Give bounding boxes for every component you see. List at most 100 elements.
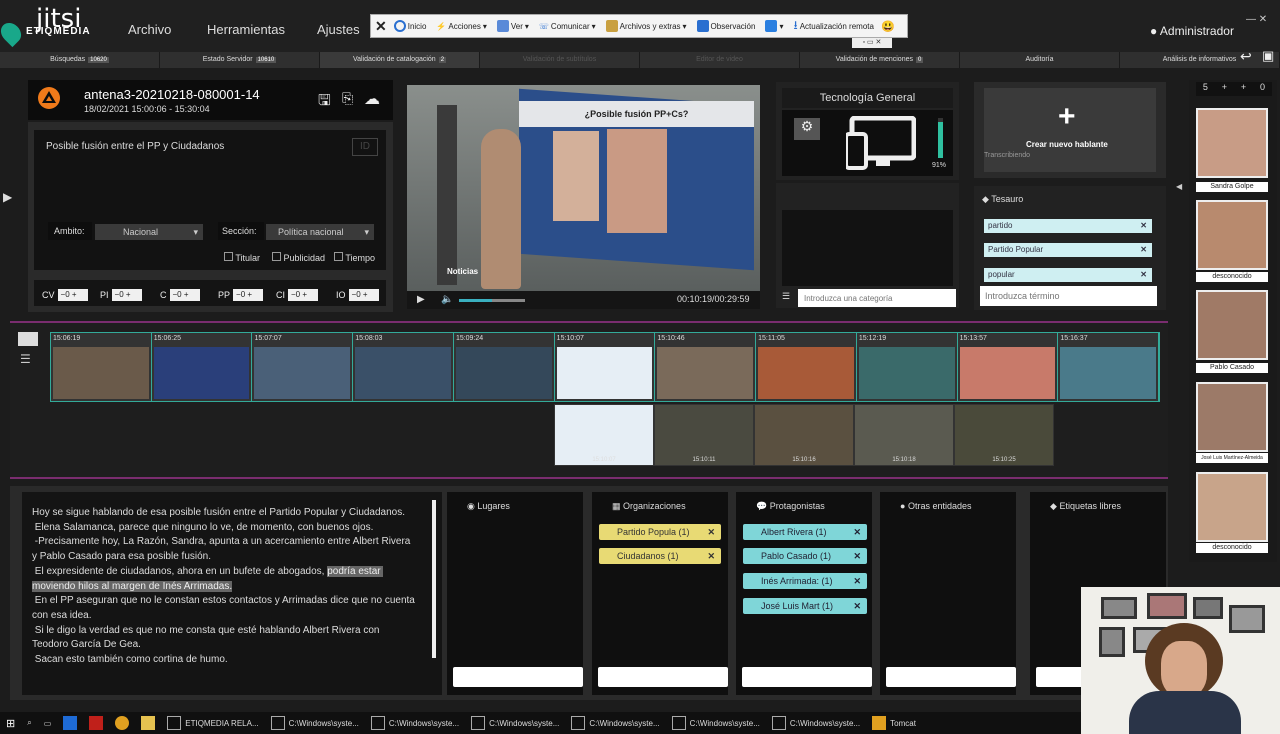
thesaurus-input[interactable] bbox=[980, 286, 1157, 306]
toolbar-acciones[interactable]: ⚡ Acciones ▾ bbox=[433, 22, 489, 31]
menu-herramientas[interactable]: Herramientas bbox=[207, 22, 285, 37]
timeline-thumbnail[interactable]: 15:10:18 bbox=[854, 404, 954, 466]
counter-ci[interactable]: CI −0 + bbox=[276, 288, 318, 302]
save-icon[interactable]: 🖫 bbox=[318, 90, 331, 115]
counter-cv[interactable]: CV −0 + bbox=[42, 288, 88, 302]
transcript-scrollbar[interactable] bbox=[432, 500, 436, 658]
counter-io[interactable]: IO −0 + bbox=[336, 288, 379, 302]
counter-c[interactable]: C −0 + bbox=[160, 288, 200, 302]
timeline-thumbnail[interactable]: 15:07:07 bbox=[252, 333, 354, 401]
tiempo-checkbox[interactable]: Tiempo bbox=[334, 252, 375, 263]
thesaurus-tag[interactable]: popular ✕ bbox=[984, 268, 1152, 282]
tab-validacion-subtitulos[interactable]: Validación de subtítulos bbox=[480, 52, 640, 68]
tab-estado-servidor[interactable]: Estado Servidor 10610 bbox=[160, 52, 320, 68]
seccion-select[interactable]: Política nacional ▾ bbox=[266, 224, 374, 240]
avatar[interactable] bbox=[1196, 290, 1268, 360]
timeline-thumbnail[interactable]: 15:09:24 bbox=[453, 333, 555, 401]
avatar[interactable] bbox=[1196, 472, 1268, 542]
avatar[interactable] bbox=[1196, 200, 1268, 270]
list-icon[interactable]: ☰ bbox=[20, 352, 31, 366]
person-tag[interactable]: Albert Rivera (1) ✕ bbox=[743, 524, 867, 540]
timeline-thumbnail[interactable]: 15:11:05 bbox=[756, 333, 857, 401]
expand-left-icon[interactable]: ▶ bbox=[3, 190, 12, 204]
toolbar-windows[interactable]: ▾ bbox=[762, 20, 786, 32]
counter-pi[interactable]: PI −0 + bbox=[100, 288, 142, 302]
taskbar-item[interactable]: C:\Windows\syste... bbox=[565, 713, 665, 733]
menu-archivo[interactable]: Archivo bbox=[128, 22, 171, 37]
volume-icon[interactable]: 🔈 bbox=[441, 294, 453, 305]
save-icon[interactable]: ▣ bbox=[1262, 48, 1274, 64]
export-icon[interactable]: ⎘ bbox=[342, 90, 353, 107]
org-tag[interactable]: Ciudadanos (1) ✕ bbox=[599, 548, 721, 564]
protagonistas-input[interactable] bbox=[742, 667, 872, 687]
app-icon[interactable] bbox=[57, 713, 83, 733]
tab-editor-video[interactable]: Editor de video bbox=[640, 52, 800, 68]
category-input[interactable] bbox=[798, 289, 956, 307]
person-tag[interactable]: Pablo Casado (1) ✕ bbox=[743, 548, 867, 564]
toolbar-archivos[interactable]: Archivos y extras ▾ bbox=[603, 20, 690, 32]
timeline-thumbnail[interactable]: 15:10:16 bbox=[754, 404, 854, 466]
thesaurus-tag[interactable]: Partido Popular ✕ bbox=[984, 243, 1152, 257]
timeline-thumbnail[interactable]: 15:12:19 bbox=[856, 333, 958, 401]
collapse-icon[interactable]: ◀ bbox=[1176, 182, 1182, 191]
folder-icon[interactable] bbox=[135, 713, 161, 733]
timeline-thumbnail[interactable]: 15:08:03 bbox=[353, 333, 454, 401]
taskbar-item[interactable]: C:\Windows\syste... bbox=[666, 713, 766, 733]
thesaurus-tag[interactable]: partido ✕ bbox=[984, 219, 1152, 233]
publicidad-checkbox[interactable]: Publicidad bbox=[272, 252, 325, 263]
taskview-icon[interactable]: ▭ bbox=[38, 713, 58, 733]
timeline-thumbnail[interactable]: 15:06:19 bbox=[51, 333, 152, 401]
toolbar-ver[interactable]: Ver ▾ bbox=[494, 20, 532, 32]
play-icon[interactable]: ▶ bbox=[417, 294, 425, 305]
tab-busquedas[interactable]: Búsquedas 10620 bbox=[0, 52, 160, 68]
avatar[interactable] bbox=[1196, 382, 1268, 452]
smiley-icon[interactable]: 😃 bbox=[881, 20, 895, 33]
tab-validacion-menciones[interactable]: Validación de menciones 0 bbox=[800, 52, 960, 68]
film-icon[interactable] bbox=[18, 332, 38, 346]
toolbar-actualizacion[interactable]: ⭳ Actualización remota bbox=[790, 16, 876, 37]
timeline-thumbnail[interactable]: 15:10:46 bbox=[655, 333, 757, 401]
titular-checkbox[interactable]: Titular bbox=[224, 252, 260, 263]
progress-track[interactable] bbox=[459, 299, 525, 302]
tab-validacion-catalogacion[interactable]: Validación de catalogación 2 bbox=[320, 52, 480, 68]
toolbar-observacion[interactable]: Observación bbox=[694, 20, 759, 32]
search-icon[interactable]: ⌕ bbox=[21, 713, 37, 733]
person-tag[interactable]: José Luis Mart (1) ✕ bbox=[743, 598, 867, 614]
taskbar-item[interactable]: C:\Windows\syste... bbox=[265, 713, 365, 733]
org-tag[interactable]: Partido Popula (1) ✕ bbox=[599, 524, 721, 540]
transcript-text[interactable]: Hoy se sigue hablando de esa posible fus… bbox=[32, 506, 418, 668]
taskbar-item[interactable]: Tomcat bbox=[866, 713, 922, 733]
timeline-thumbnail[interactable]: 15:10:07 bbox=[554, 333, 656, 401]
taskbar-item[interactable]: C:\Windows\syste... bbox=[766, 713, 866, 733]
back-icon[interactable]: ↩ bbox=[1240, 48, 1252, 65]
window-controls[interactable]: — ✕ bbox=[1246, 14, 1267, 25]
counter-pp[interactable]: PP −0 + bbox=[218, 288, 264, 302]
menu-ajustes[interactable]: Ajustes bbox=[317, 22, 360, 37]
start-icon[interactable]: ⊞ bbox=[0, 713, 21, 733]
cloud-upload-icon[interactable]: ☁ bbox=[364, 89, 380, 109]
timeline-thumbnail[interactable]: 15:10:07 bbox=[554, 404, 654, 466]
organizaciones-input[interactable] bbox=[598, 667, 728, 687]
tab-auditoria[interactable]: Auditoría bbox=[960, 52, 1120, 68]
video-player[interactable]: ¿Posible fusión PP+Cs? Noticias bbox=[407, 85, 760, 291]
timeline-thumbnail[interactable]: 15:13:57 bbox=[957, 333, 1059, 401]
chrome-icon[interactable] bbox=[109, 713, 135, 733]
close-icon[interactable]: ✕ bbox=[375, 18, 387, 35]
taskbar-item[interactable]: ETIQMEDIA RELA... bbox=[161, 713, 264, 733]
person-tag[interactable]: Inés Arrimada: (1) ✕ bbox=[743, 573, 867, 589]
lugares-input[interactable] bbox=[453, 667, 583, 687]
toolbar-comunicar[interactable]: ☏ Comunicar ▾ bbox=[536, 22, 599, 31]
new-speaker-panel[interactable]: + Crear nuevo hablante Transcribiendo bbox=[974, 82, 1166, 178]
otras-input[interactable] bbox=[886, 667, 1016, 687]
taskbar-item[interactable]: C:\Windows\syste... bbox=[365, 713, 465, 733]
id-button[interactable]: ID bbox=[352, 138, 378, 156]
filezilla-icon[interactable] bbox=[83, 713, 109, 733]
ambito-select[interactable]: Nacional ▾ bbox=[95, 224, 203, 240]
toolbar-window-controls[interactable]: ▫ ▭ ✕ bbox=[852, 38, 892, 48]
avatar[interactable] bbox=[1196, 108, 1268, 178]
tab-analisis-informativos[interactable]: Análisis de informativos bbox=[1120, 52, 1280, 68]
taskbar-item[interactable]: C:\Windows\syste... bbox=[465, 713, 565, 733]
timeline-thumbnail[interactable]: 15:06:25 bbox=[151, 333, 253, 401]
timeline-thumbnail[interactable]: 15:16:37 bbox=[1058, 333, 1160, 401]
user-menu[interactable]: ● Administrador bbox=[1150, 24, 1234, 38]
